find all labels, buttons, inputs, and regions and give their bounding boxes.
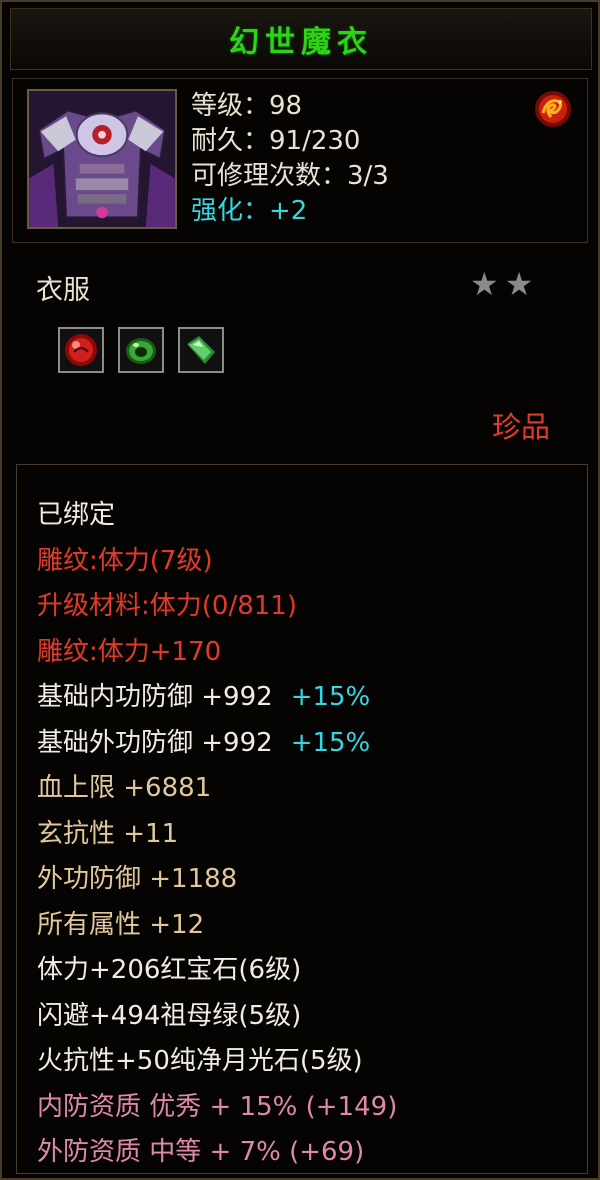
socket-slot[interactable] [58, 327, 104, 373]
socket-slot[interactable] [118, 327, 164, 373]
attribute-line: 玄抗性 +11 [37, 812, 397, 858]
attribute-line: 已绑定 [37, 493, 397, 539]
attribute-text: 玄抗性 +11 [37, 818, 179, 849]
attribute-text: 闪避+494祖母绿(5级) [37, 1000, 302, 1031]
attribute-line: 外功防御 +1188 [37, 857, 397, 903]
dragon-emblem-icon [535, 91, 571, 127]
title-bar: 幻世魔衣 [10, 8, 592, 70]
attribute-text: 内防资质 优秀 + 15% (+149) [37, 1091, 398, 1122]
attribute-text: 所有属性 +12 [37, 909, 205, 940]
star-rating: ★ ★ [470, 266, 533, 302]
attribute-text: 火抗性+50纯净月光石(5级) [37, 1046, 363, 1076]
attribute-text: 基础外功防御 +992 [37, 727, 273, 758]
attribute-text: 血上限 +6881 [37, 773, 212, 803]
item-header: 等级：98 耐久：91/230 可修理次数：3/3 强化：+2 [12, 78, 588, 243]
attribute-text: 外防资质 中等 + 7% (+69) [37, 1137, 365, 1167]
star-icon: ★ [470, 265, 499, 303]
bonus-percent: +15% [290, 727, 371, 758]
attribute-line: 升级材料:体力(0/811) [37, 584, 397, 630]
socket-slot[interactable] [178, 327, 224, 373]
attribute-line: 基础内功防御 +992 +15% [37, 675, 397, 721]
item-stats: 等级：98 耐久：91/230 可修理次数：3/3 强化：+2 [191, 89, 389, 229]
rarity-label: 珍品 [492, 410, 551, 444]
gem-sockets [58, 327, 224, 373]
green-crystal-gem-icon [187, 336, 215, 364]
attribute-text: 雕纹:体力+170 [37, 636, 222, 667]
attribute-line: 闪避+494祖母绿(5级) [37, 994, 397, 1040]
red-round-gem-icon [65, 334, 97, 366]
level-stat: 等级：98 [191, 91, 303, 121]
item-type: 衣服 [36, 275, 90, 306]
durability-stat: 耐久：91/230 [191, 126, 361, 156]
attribute-line: 雕纹:体力(7级) [37, 539, 397, 585]
item-portrait [27, 89, 177, 229]
attribute-text: 基础内功防御 +992 [37, 682, 273, 712]
green-ring-gem-icon [126, 338, 156, 364]
attribute-line: 所有属性 +12 [37, 903, 397, 949]
item-name: 幻世魔衣 [229, 25, 373, 60]
attributes-box: 已绑定雕纹:体力(7级) 升级材料:体力(0/811) 雕纹:体力+170 基础内功防… [16, 464, 588, 1174]
attribute-text: 升级材料:体力(0/811) [37, 591, 297, 621]
armor-portrait-icon [29, 91, 175, 227]
attribute-line: 基础外功防御 +992 +15% [37, 721, 397, 767]
attribute-text: 雕纹:体力(7级) [37, 545, 213, 576]
attribute-text: 体力+206红宝石(6级) [37, 955, 302, 985]
attribute-line: 外防资质 中等 + 7% (+69) [37, 1130, 397, 1176]
attribute-list: 已绑定雕纹:体力(7级) 升级材料:体力(0/811) 雕纹:体力+170 基础内功防… [37, 493, 397, 1176]
attribute-line: 内防资质 优秀 + 15% (+149) [37, 1085, 397, 1131]
attribute-line: 体力+206红宝石(6级) [37, 948, 397, 994]
attribute-line: 血上限 +6881 [37, 766, 397, 812]
attribute-line: 雕纹:体力+170 [37, 630, 397, 676]
attribute-text: 已绑定 [37, 500, 116, 530]
enhance-stat: 强化：+2 [191, 196, 308, 226]
star-icon: ★ [504, 265, 534, 303]
bonus-percent: +15% [290, 682, 371, 712]
item-tooltip: 幻世魔衣 等级：98 耐久：91/230 可修理次数：3/3 强化：+2 衣服 … [0, 0, 600, 1180]
repair-count-stat: 可修理次数：3/3 [191, 161, 389, 191]
attribute-text: 外功防御 +1188 [37, 864, 238, 894]
attribute-line: 火抗性+50纯净月光石(5级) [37, 1039, 397, 1085]
